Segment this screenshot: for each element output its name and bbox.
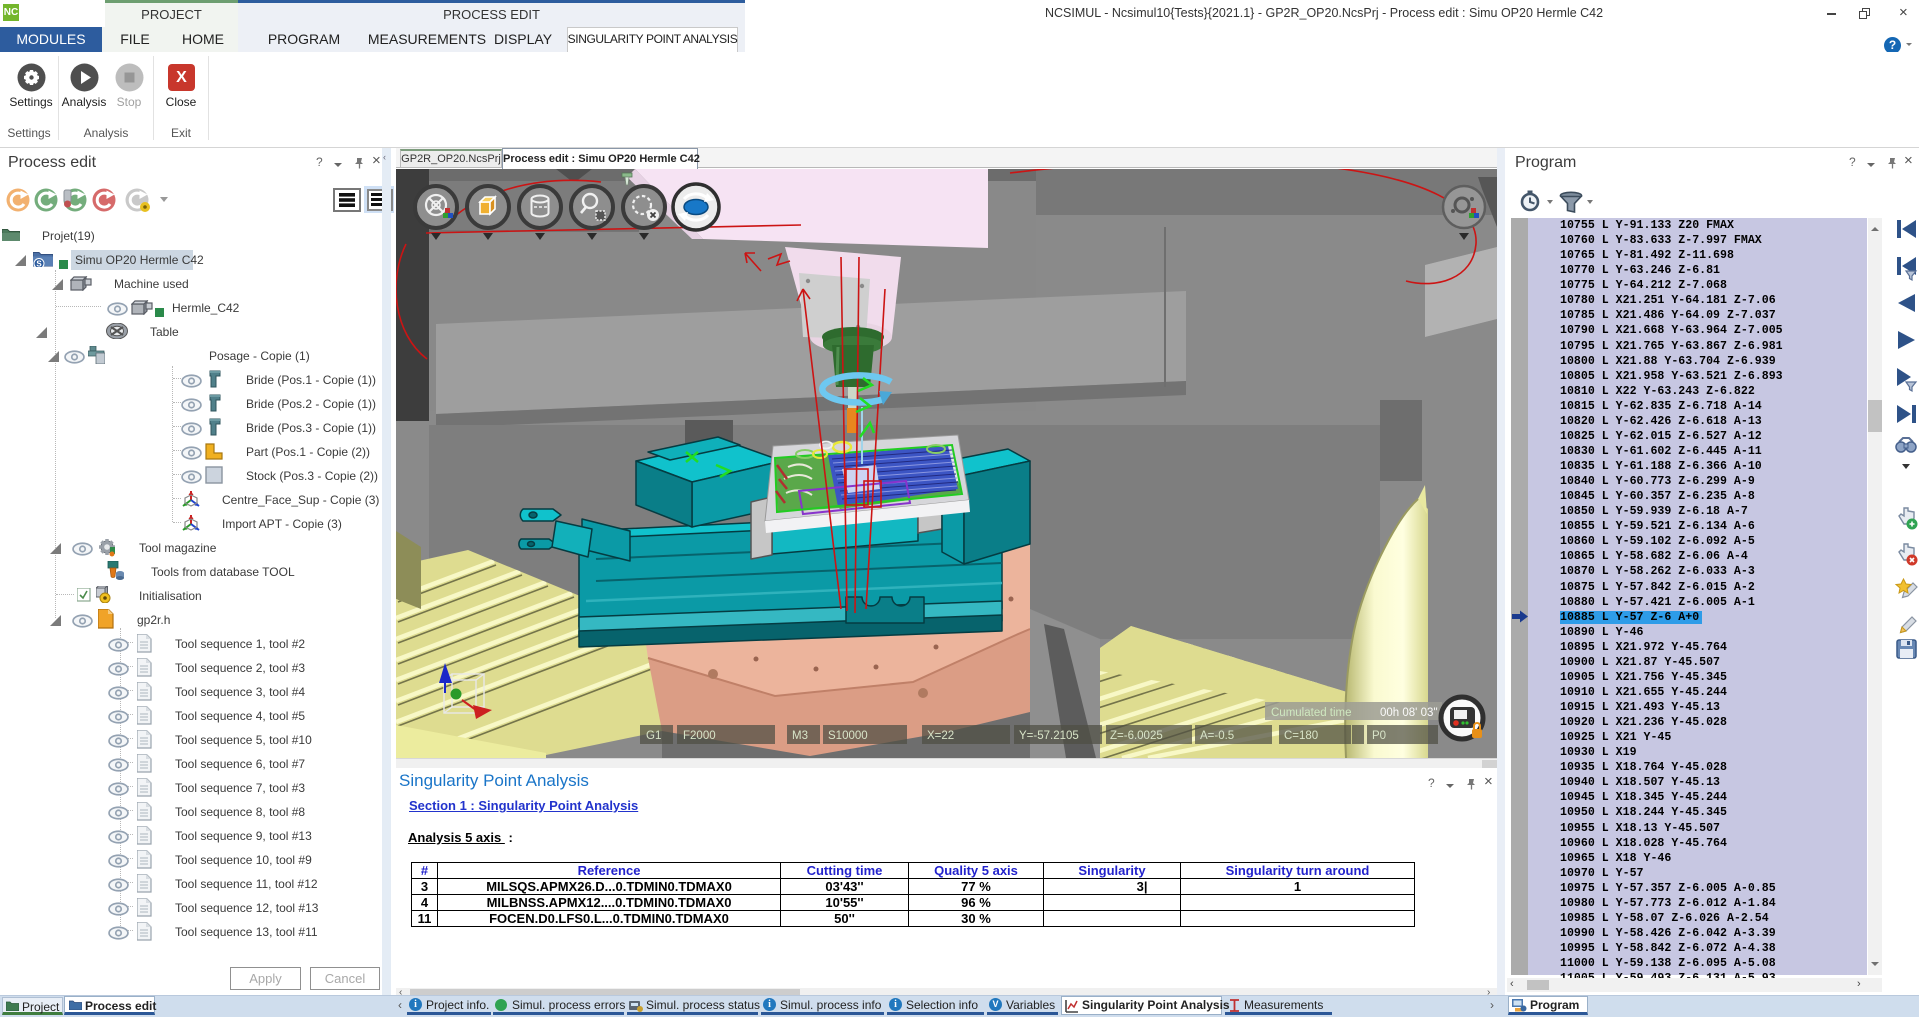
svg-text:P0: P0 <box>1372 730 1386 742</box>
svg-text:S10000: S10000 <box>828 730 868 742</box>
svg-text:A=-0.5: A=-0.5 <box>1200 730 1234 742</box>
svg-text:Z=-6.0025: Z=-6.0025 <box>1110 730 1163 742</box>
svg-text:Y=-57.2105: Y=-57.2105 <box>1019 730 1079 742</box>
svg-text:C=180: C=180 <box>1284 730 1318 742</box>
svg-text:00h 08' 03'': 00h 08' 03'' <box>1380 707 1438 719</box>
svg-text:Cumulated time: Cumulated time <box>1271 707 1352 719</box>
svg-text:G1: G1 <box>646 730 661 742</box>
svg-text:X=22: X=22 <box>927 730 954 742</box>
svg-text:F2000: F2000 <box>683 730 716 742</box>
svg-text:M3: M3 <box>792 730 808 742</box>
